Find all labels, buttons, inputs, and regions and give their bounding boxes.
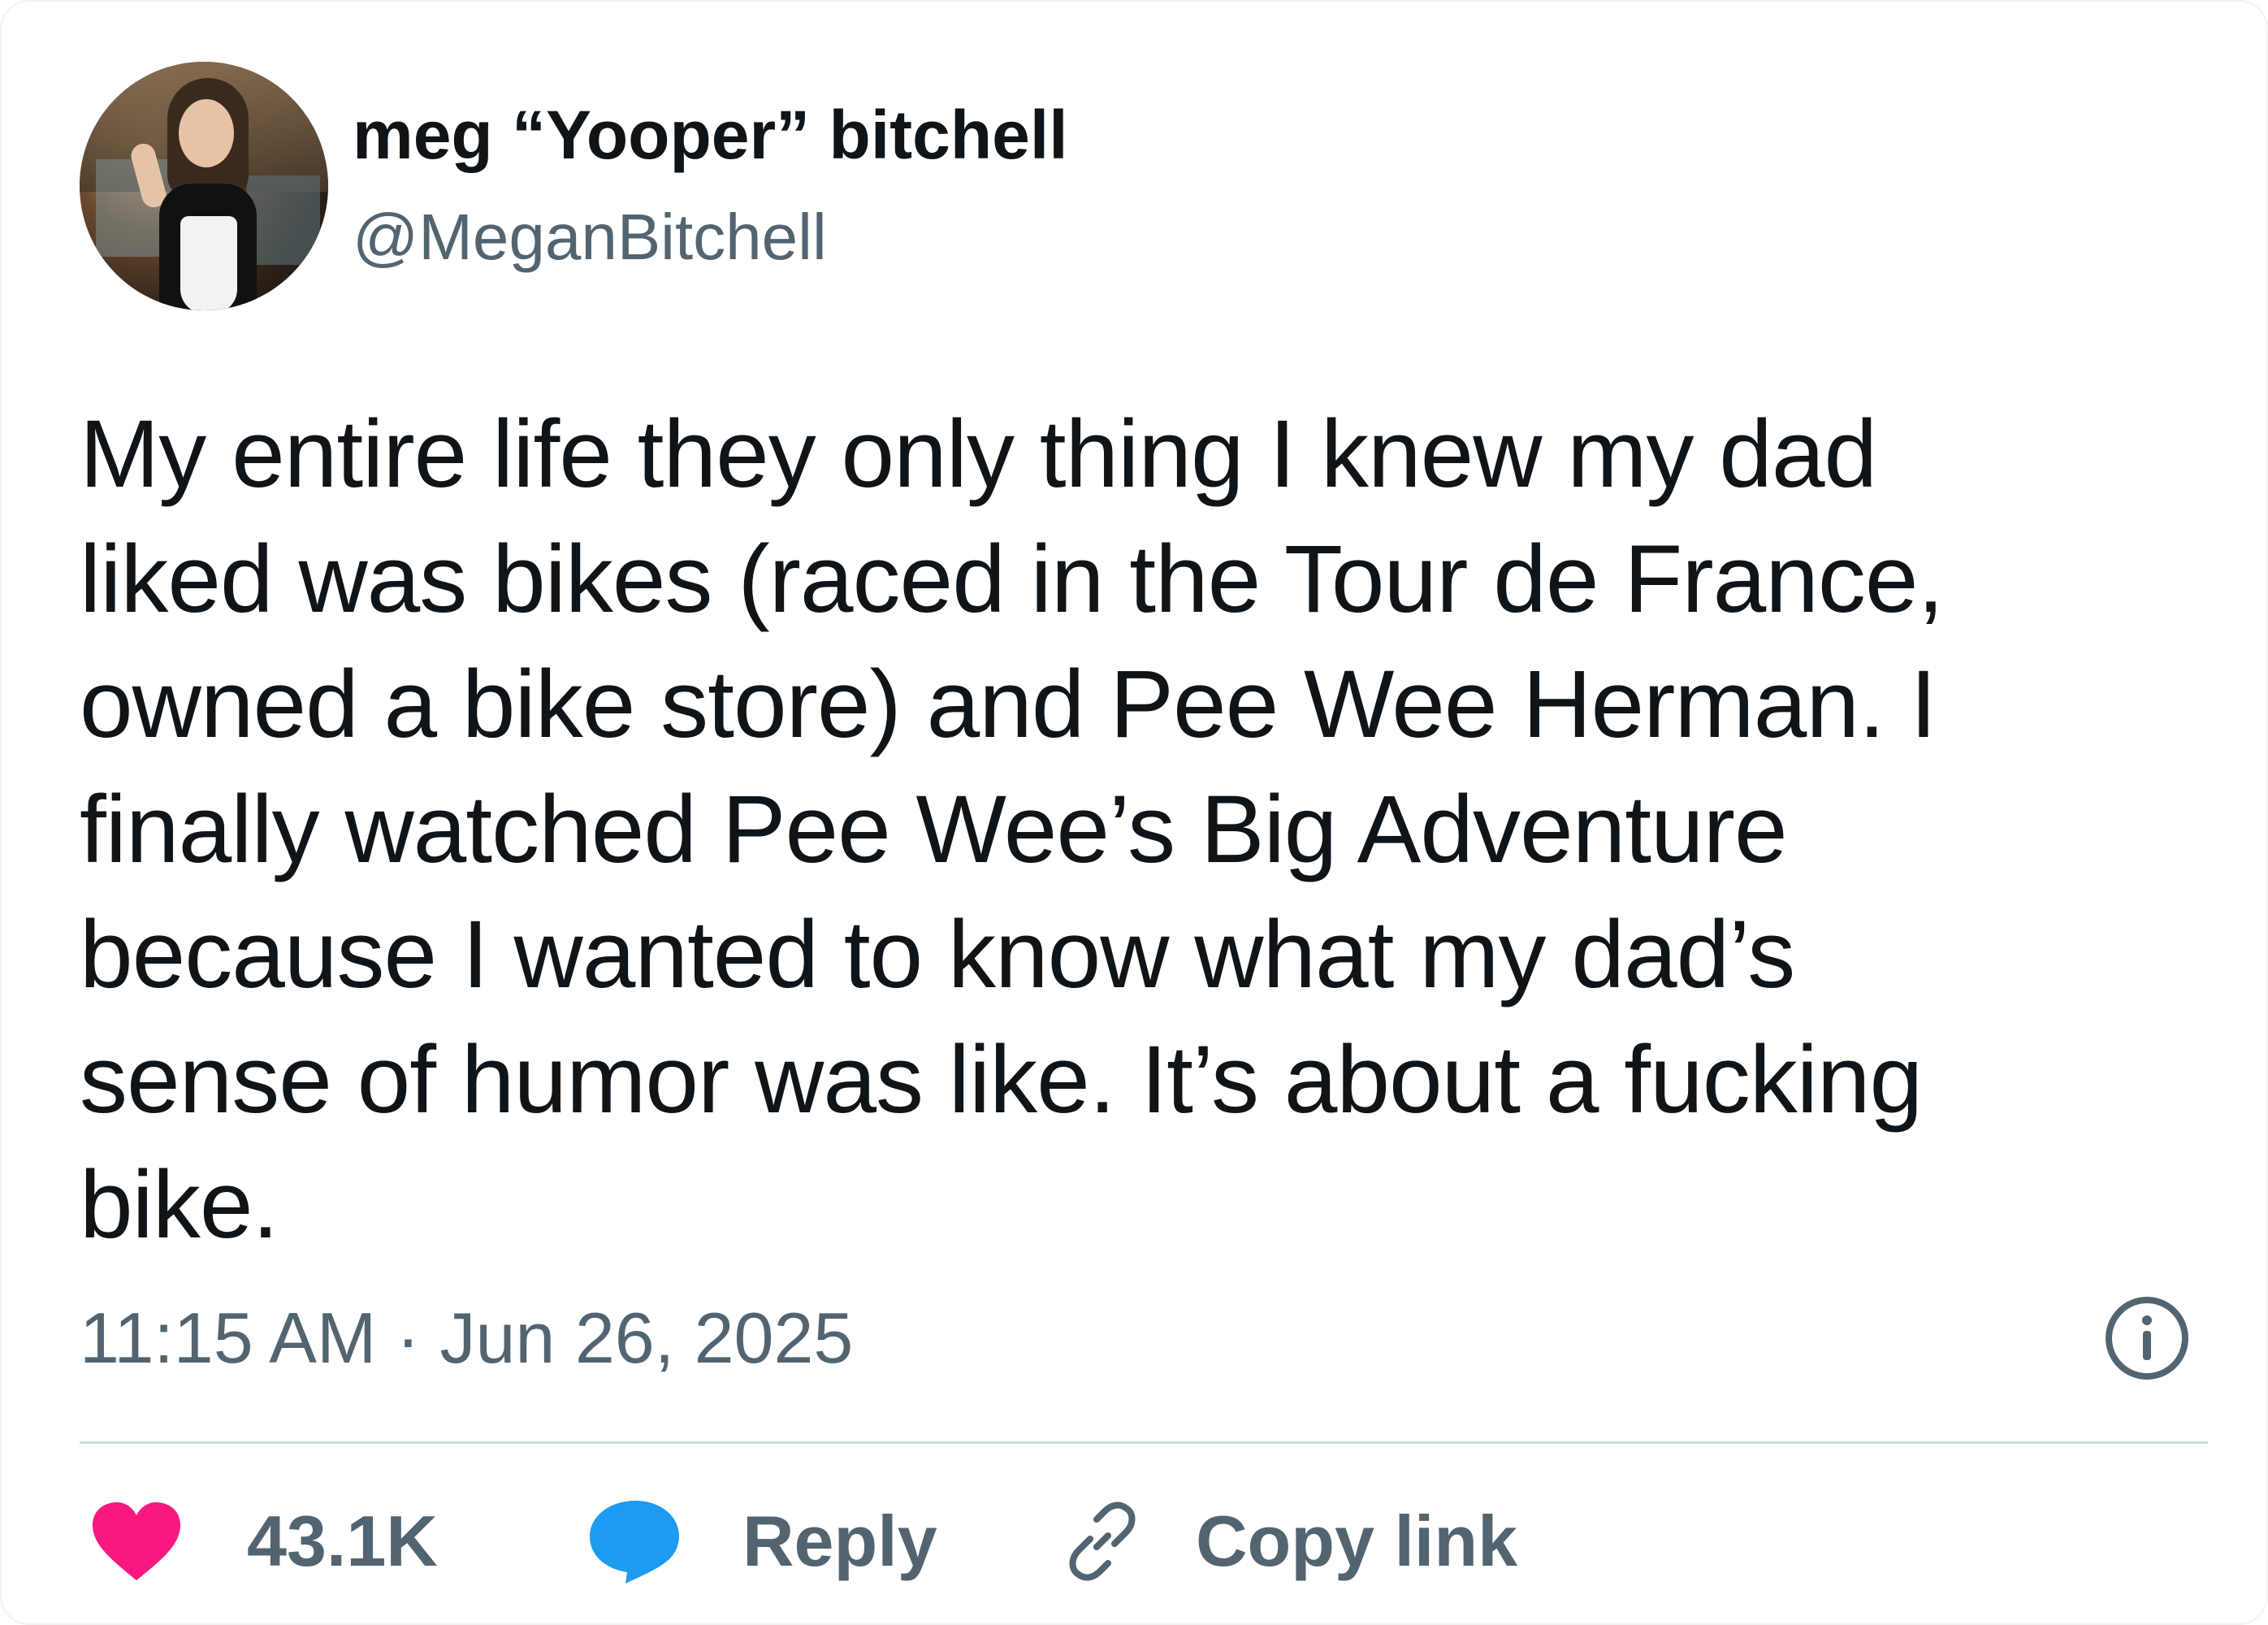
avatar[interactable]	[80, 62, 328, 310]
divider	[80, 1441, 2208, 1444]
copy-link-label: Copy link	[1196, 1501, 1518, 1581]
tweet-text-line: bike.	[80, 1151, 279, 1259]
tweet-text-line: owned a bike store) and Pee Wee Herman. …	[80, 651, 1937, 758]
tweet-text-line: finally watched Pee Wee’s Big Adventure	[80, 776, 1788, 883]
tweet-text-line: because I wanted to know what my dad’s	[80, 901, 1795, 1008]
tweet-text-line: sense of humor was like. It’s about a fu…	[80, 1026, 1923, 1133]
tweet-timestamp[interactable]: 11:15 AM · Jun 26, 2025	[80, 1294, 853, 1383]
copy-link-button[interactable]: Copy link	[1058, 1488, 1517, 1594]
tweet-text-line: liked was bikes (raced in the Tour de Fr…	[80, 526, 1944, 633]
heart-icon	[93, 1502, 180, 1580]
speech-bubble-icon	[590, 1501, 679, 1584]
author-display-name[interactable]: meg “Yooper” bitchell	[353, 96, 1068, 174]
like-count: 43.1K	[247, 1501, 438, 1581]
link-icon	[1069, 1502, 1136, 1581]
reply-button[interactable]: Reply	[586, 1488, 937, 1594]
author-handle[interactable]: @MeganBitchell	[353, 198, 827, 276]
info-icon[interactable]	[2102, 1294, 2192, 1383]
tweet-card: meg “Yooper” bitchell @MeganBitchell My …	[0, 0, 2268, 1625]
tweet-text: My entire life they only thing I knew my…	[80, 392, 2208, 1268]
reply-label: Reply	[742, 1501, 937, 1581]
like-button[interactable]: 43.1K	[91, 1488, 438, 1594]
tweet-text-line: My entire life they only thing I knew my…	[80, 401, 1877, 508]
